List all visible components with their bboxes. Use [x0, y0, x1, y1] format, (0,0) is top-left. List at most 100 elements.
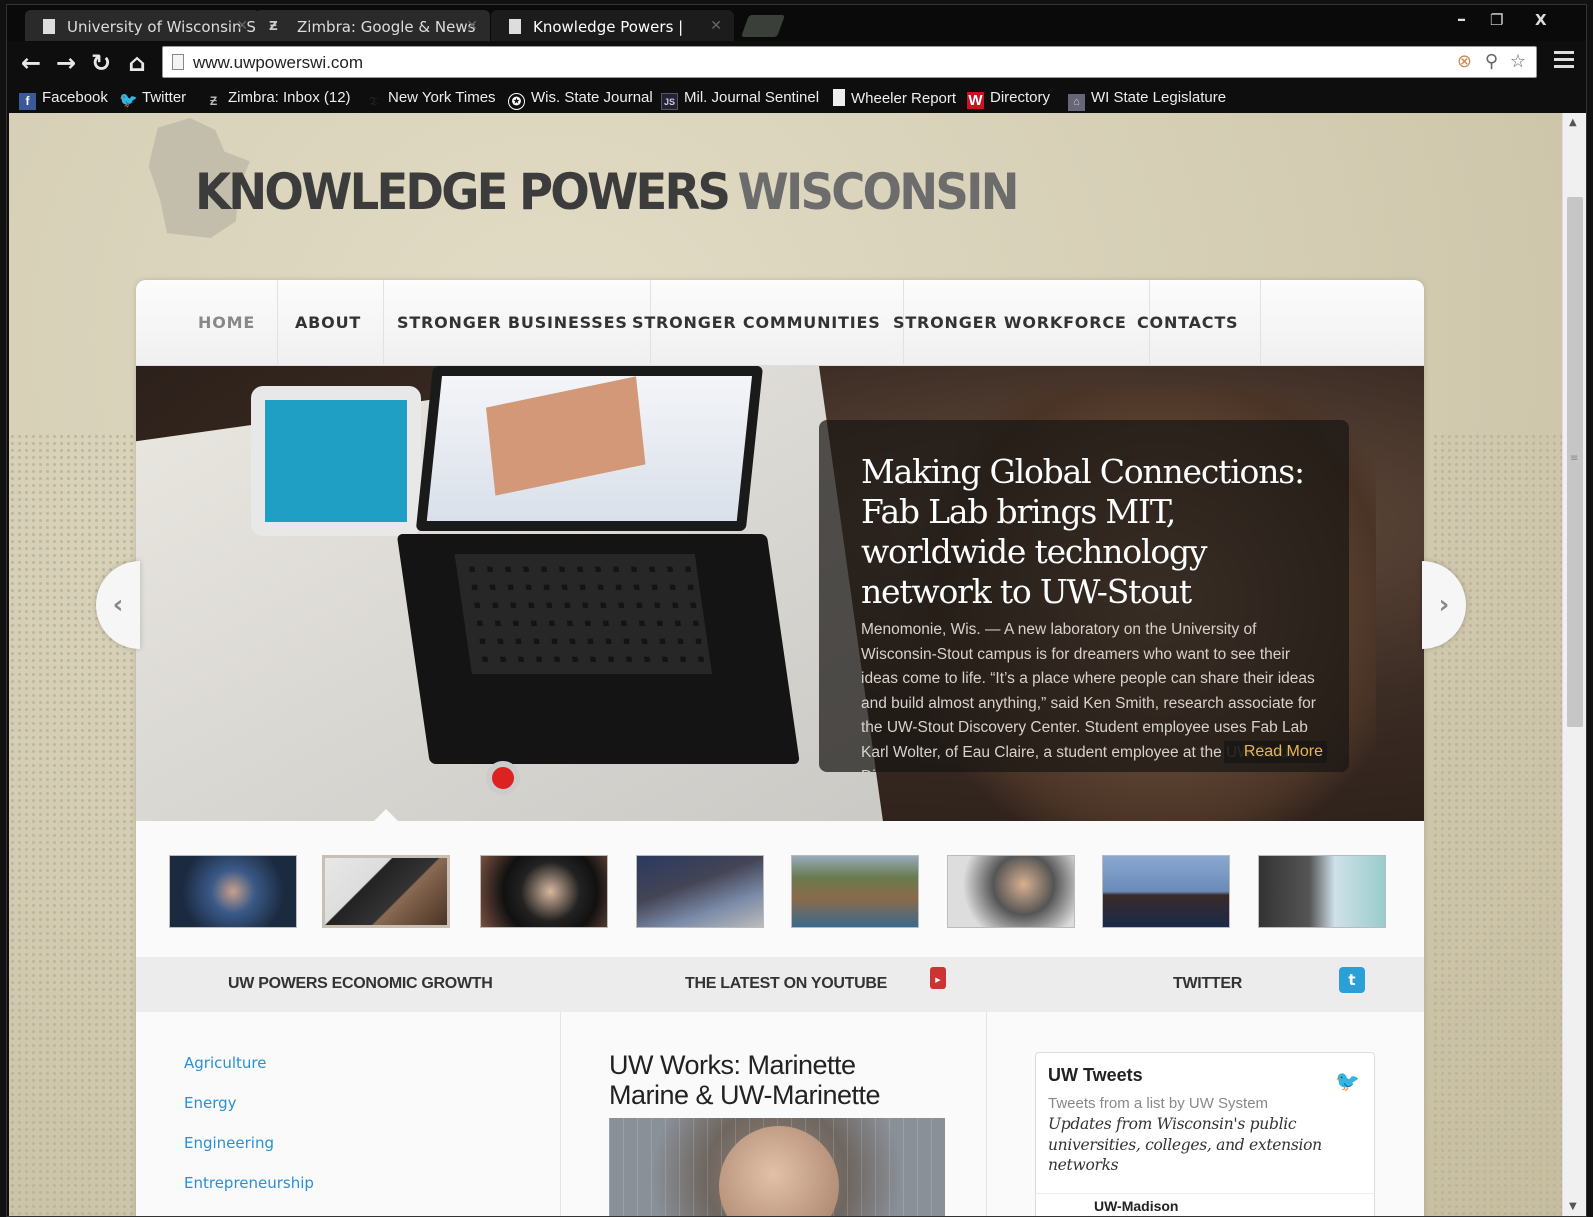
category-link-entrepreneurship[interactable]: Entrepreneurship — [184, 1174, 314, 1192]
main-navigation: HOME ABOUT STRONGER BUSINESSES STRONGER … — [136, 280, 1424, 366]
slide-caption: Making Global Connections: Fab Lab bring… — [819, 420, 1349, 772]
close-tab-icon[interactable]: ✕ — [466, 18, 478, 34]
tab-strip: University of Wisconsin Sy ✕ Ƶ Zimbra: G… — [7, 5, 1586, 42]
tab-knowledge-powers[interactable]: Knowledge Powers | ✕ — [491, 10, 734, 42]
bookmark-twitter[interactable]: 🐦 Twitter — [119, 89, 186, 109]
page-icon — [833, 89, 845, 106]
scrollbar-grip-icon: ≡ — [1570, 453, 1579, 464]
page-scrollbar[interactable]: ▲ ≡ ▼ — [1562, 113, 1586, 1216]
tab-zimbra[interactable]: Ƶ Zimbra: Google & News ✕ — [255, 10, 490, 42]
close-tab-icon[interactable]: ✕ — [710, 18, 722, 34]
tweet-author[interactable]: UW-Madison — [1094, 1198, 1179, 1214]
twitter-icon: 🐦 — [119, 92, 138, 109]
tab-title: University of Wisconsin Sy — [67, 18, 260, 36]
site-title-main: KNOWLEDGE POWERS — [195, 163, 731, 221]
page-icon — [509, 19, 521, 34]
web-viewport: KNOWLEDGE POWERS WISCONSIN HOME ABOUT STR… — [9, 113, 1562, 1216]
zimbra-icon: Ƶ — [209, 94, 218, 108]
content-card: HOME ABOUT STRONGER BUSINESSES STRONGER … — [136, 280, 1424, 1216]
nav-home[interactable]: HOME — [176, 280, 279, 366]
hero-photo-button — [486, 761, 520, 795]
zimbra-icon: Ƶ — [269, 19, 278, 33]
nav-stronger-workforce[interactable]: STRONGER WORKFORCE — [871, 280, 1150, 366]
twitter-icon[interactable]: t — [1339, 967, 1365, 993]
bookmark-wheeler-report[interactable]: Wheeler Report — [833, 89, 956, 107]
slider-thumbnail[interactable] — [322, 855, 450, 928]
slider-thumbnail[interactable] — [1258, 855, 1386, 928]
url-text[interactable]: www.uwpowerswi.com — [193, 53, 363, 73]
twitter-column: UW Tweets 🐦 Tweets from a list by UW Sys… — [987, 1012, 1424, 1216]
video-thumbnail[interactable] — [609, 1118, 945, 1216]
video-title[interactable]: UW Works: Marinette Marine & UW-Marinett… — [609, 1050, 929, 1110]
js-icon: JS — [661, 93, 678, 110]
tab-title: Knowledge Powers | — [533, 18, 684, 36]
nav-stronger-communities[interactable]: STRONGER COMMUNITIES — [610, 280, 904, 366]
restore-button[interactable]: ❐ — [1490, 11, 1503, 29]
bookmark-zimbra[interactable]: Ƶ Zimbra: Inbox (12) — [205, 89, 351, 110]
twitter-bird-icon[interactable]: 🐦 — [1335, 1069, 1360, 1093]
chrome-menu-icon[interactable] — [1554, 51, 1574, 72]
read-more-link[interactable]: Read More — [1223, 741, 1327, 763]
slider-thumbnail[interactable] — [947, 855, 1075, 928]
minimize-button[interactable]: – — [1457, 9, 1466, 30]
w-icon: W — [967, 92, 984, 109]
slider-thumbnail[interactable] — [480, 855, 608, 928]
category-link-agriculture[interactable]: Agriculture — [184, 1054, 267, 1072]
featured-slider[interactable]: Making Global Connections: Fab Lab bring… — [136, 366, 1424, 821]
hero-photo-tray — [251, 386, 421, 536]
page-icon — [43, 19, 55, 34]
bookmark-wi-state-legislature[interactable]: ⌂ WI State Legislature — [1068, 89, 1226, 111]
zoom-icon[interactable]: ⚲ — [1485, 51, 1498, 72]
back-button[interactable]: ← — [17, 49, 45, 77]
section-title-youtube: THE LATEST ON YOUTUBE — [685, 975, 888, 992]
twitter-widget: UW Tweets 🐦 Tweets from a list by UW Sys… — [1035, 1052, 1375, 1216]
growth-column: Agriculture Energy Engineering Entrepren… — [136, 1012, 561, 1216]
bookmark-mil-journal-sentinel[interactable]: JS Mil. Journal Sentinel — [661, 89, 819, 110]
bookmark-facebook[interactable]: f Facebook — [19, 89, 108, 110]
tab-university-of-wisconsin[interactable]: University of Wisconsin Sy ✕ — [25, 10, 260, 42]
bookmark-wis-state-journal[interactable]: ✪ Wis. State Journal — [508, 89, 653, 110]
twitter-widget-description: Updates from Wisconsin's public universi… — [1048, 1115, 1322, 1174]
scroll-up-icon[interactable]: ▲ — [1569, 117, 1577, 128]
hero-photo-laptop — [389, 366, 813, 786]
wsj-icon: ✪ — [508, 93, 525, 110]
scroll-down-icon[interactable]: ▼ — [1569, 1201, 1577, 1212]
slider-thumbnails — [136, 821, 1424, 957]
bookmark-directory[interactable]: W Directory — [967, 89, 1050, 109]
page-icon — [172, 54, 184, 70]
background-pattern — [9, 433, 139, 1216]
nyt-icon: 𝔗 — [369, 94, 378, 108]
youtube-icon[interactable]: ▶ — [930, 967, 946, 989]
bookmark-star-icon[interactable]: ☆ — [1510, 51, 1526, 72]
bookmarks-bar: f Facebook 🐦 Twitter Ƶ Zimbra: Inbox (12) 𝔗… — [7, 85, 1586, 113]
site-title[interactable]: KNOWLEDGE POWERS WISCONSIN — [195, 163, 1020, 221]
section-title-growth: UW POWERS ECONOMIC GROWTH — [228, 975, 493, 992]
slider-thumbnail[interactable] — [1102, 855, 1230, 928]
twitter-widget-heading[interactable]: UW Tweets — [1048, 1065, 1143, 1086]
slider-thumbnail[interactable] — [636, 855, 764, 928]
background-pattern — [1432, 433, 1562, 1216]
new-tab-button[interactable] — [740, 15, 786, 37]
capitol-icon: ⌂ — [1068, 94, 1085, 111]
close-tab-icon[interactable]: ✕ — [236, 18, 248, 34]
browser-toolbar: ← → ↻ ⌂ www.uwpowerswi.com ⊗ ⚲ ☆ — [7, 41, 1586, 85]
close-window-button[interactable]: X — [1535, 11, 1547, 29]
section-headers: UW POWERS ECONOMIC GROWTH THE LATEST ON … — [136, 957, 1424, 1012]
category-link-energy[interactable]: Energy — [184, 1094, 237, 1112]
category-link-engineering[interactable]: Engineering — [184, 1134, 274, 1152]
forward-button[interactable]: → — [52, 49, 80, 77]
bookmark-new-york-times[interactable]: 𝔗 New York Times — [365, 89, 496, 110]
nav-contacts[interactable]: CONTACTS — [1115, 280, 1262, 366]
tab-title: Zimbra: Google & News — [297, 18, 476, 36]
slider-thumbnail[interactable] — [169, 855, 297, 928]
home-button[interactable]: ⌂ — [123, 49, 151, 77]
nav-about[interactable]: ABOUT — [273, 280, 385, 366]
reload-button[interactable]: ↻ — [87, 49, 115, 77]
address-bar[interactable]: www.uwpowerswi.com ⊗ ⚲ ☆ — [162, 46, 1537, 78]
thumbnail-pointer — [374, 809, 398, 821]
blocked-content-icon[interactable]: ⊗ — [1457, 51, 1472, 72]
tweet-row[interactable]: UW-Madison — [1036, 1193, 1374, 1214]
slider-thumbnail[interactable] — [791, 855, 919, 928]
twitter-widget-subheading: Tweets from a list by UW System — [1048, 1095, 1269, 1112]
slide-headline[interactable]: Making Global Connections: Fab Lab bring… — [861, 452, 1321, 612]
